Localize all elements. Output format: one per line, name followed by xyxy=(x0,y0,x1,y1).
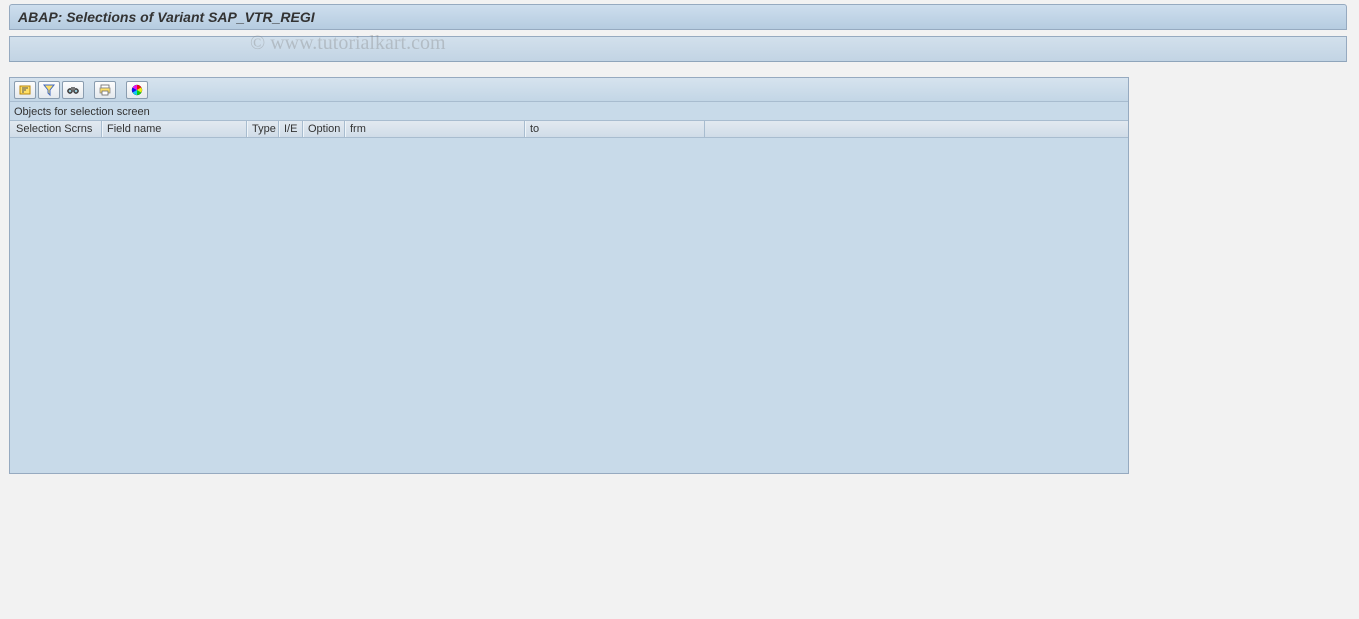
col-selection-scrns[interactable]: Selection Scrns xyxy=(12,121,102,137)
find-button[interactable] xyxy=(62,81,84,99)
col-to[interactable]: to xyxy=(525,121,705,137)
col-ie[interactable]: I/E xyxy=(279,121,303,137)
content-area: Objects for selection screen Selection S… xyxy=(9,77,1129,474)
page-title: ABAP: Selections of Variant SAP_VTR_REGI xyxy=(18,9,315,25)
color-legend-button[interactable] xyxy=(126,81,148,99)
print-button[interactable] xyxy=(94,81,116,99)
sort-ascending-button[interactable] xyxy=(14,81,36,99)
col-field-name[interactable]: Field name xyxy=(102,121,247,137)
sort-ascending-icon xyxy=(18,83,32,97)
binoculars-icon xyxy=(66,83,80,97)
section-label: Objects for selection screen xyxy=(10,102,1128,120)
filter-icon xyxy=(42,83,56,97)
alv-toolbar xyxy=(10,78,1128,102)
application-toolbar xyxy=(9,36,1347,62)
col-option[interactable]: Option xyxy=(303,121,345,137)
print-icon xyxy=(98,83,112,97)
col-type[interactable]: Type xyxy=(247,121,279,137)
table-header: Selection Scrns Field name Type I/E Opti… xyxy=(10,120,1128,138)
title-bar: ABAP: Selections of Variant SAP_VTR_REGI xyxy=(9,4,1347,30)
col-frm[interactable]: frm xyxy=(345,121,525,137)
color-wheel-icon xyxy=(130,83,144,97)
filter-button[interactable] xyxy=(38,81,60,99)
